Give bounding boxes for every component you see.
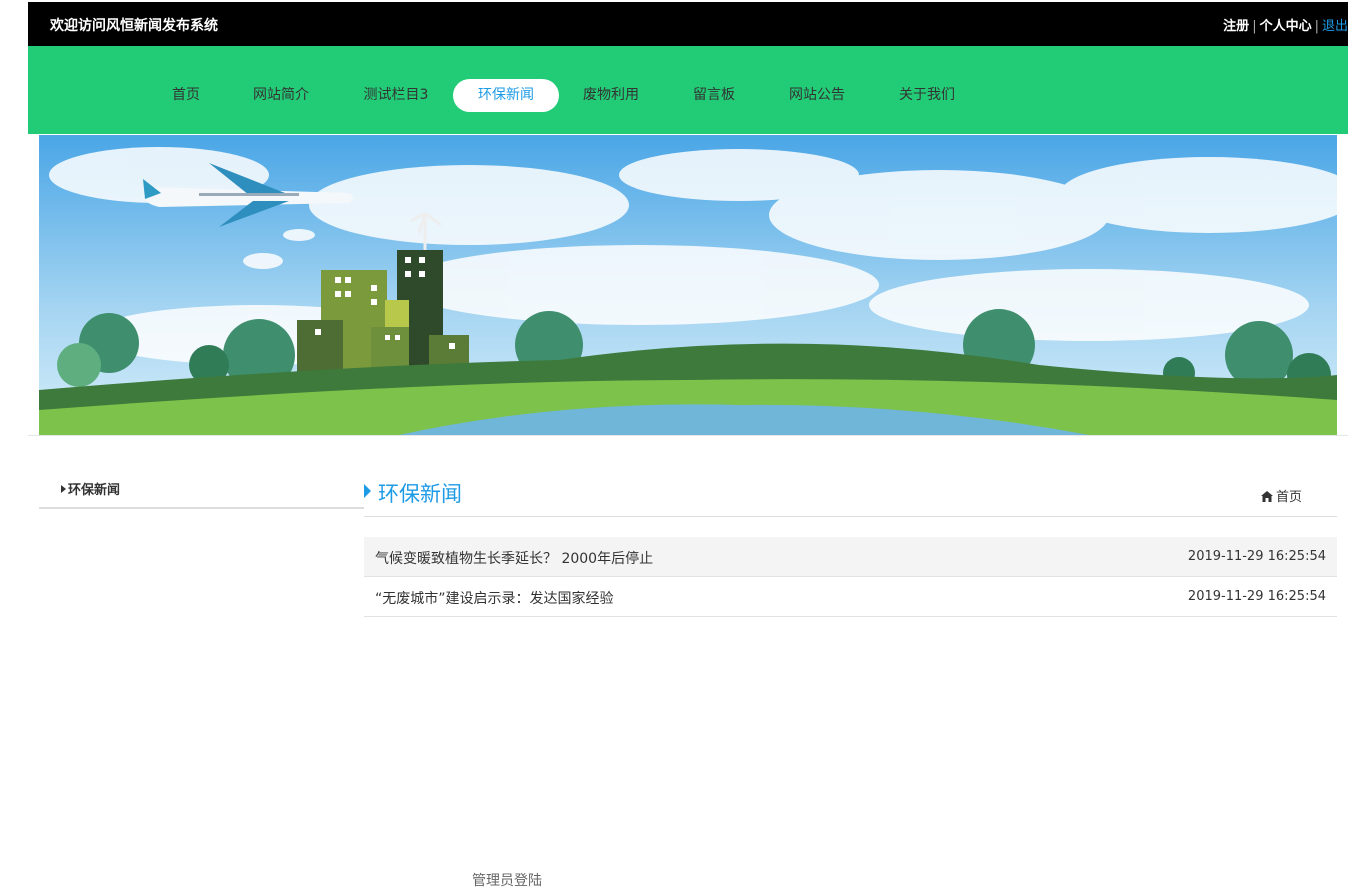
logout-link[interactable]: 退出 <box>1322 19 1348 34</box>
nav-item-about-site[interactable]: 网站简介 <box>242 79 320 112</box>
section-header: 环保新闻 首页 <box>364 470 1337 517</box>
nav-item-message-board[interactable]: 留言板 <box>683 79 745 112</box>
hero-banner <box>39 135 1337 435</box>
caret-right-icon <box>364 484 371 498</box>
register-link[interactable]: 注册 <box>1223 19 1249 34</box>
admin-login-link[interactable]: 管理员登陆 <box>472 870 542 890</box>
profile-link[interactable]: 个人中心 <box>1260 19 1312 34</box>
nav-item-test-column[interactable]: 测试栏目3 <box>352 79 440 112</box>
separator: | <box>1314 19 1319 34</box>
home-icon <box>1260 491 1273 502</box>
breadcrumb-home-label: 首页 <box>1275 490 1302 505</box>
main-nav: 首页 网站简介 测试栏目3 环保新闻 废物利用 留言板 网站公告 关于我们 <box>28 46 1348 134</box>
nav-item-about-us[interactable]: 关于我们 <box>888 79 966 112</box>
eco-city-illustration <box>39 135 1337 435</box>
nav-item-home[interactable]: 首页 <box>162 79 210 112</box>
table-row: “无废城市”建设启示录：发达国家经验 2019-11-29 16:25:54 <box>364 577 1337 617</box>
news-title-link[interactable]: “无废城市”建设启示录：发达国家经验 <box>375 588 614 608</box>
nav-item-announcements[interactable]: 网站公告 <box>778 79 856 112</box>
user-links: 注册 | 个人中心 | 退出 <box>1223 15 1348 34</box>
nav-item-eco-news[interactable]: 环保新闻 <box>453 79 559 112</box>
news-title-link[interactable]: 气候变暖致植物生长季延长？ 2000年后停止 <box>375 548 653 568</box>
caret-right-icon <box>61 485 66 493</box>
section-title: 环保新闻 <box>378 482 462 506</box>
breadcrumb-home[interactable]: 首页 <box>1260 486 1302 505</box>
news-date: 2019-11-29 16:25:54 <box>1187 549 1326 564</box>
sidebar-category-label: 环保新闻 <box>68 483 121 498</box>
site-welcome-text: 欢迎访问风恒新闻发布系统 <box>50 18 218 34</box>
top-bar: 欢迎访问风恒新闻发布系统 注册 | 个人中心 | 退出 <box>28 2 1348 46</box>
sidebar-category[interactable]: 环保新闻 <box>39 476 364 509</box>
separator: | <box>1252 19 1257 34</box>
news-date: 2019-11-29 16:25:54 <box>1187 589 1326 604</box>
table-row: 气候变暖致植物生长季延长？ 2000年后停止 2019-11-29 16:25:… <box>364 537 1337 577</box>
divider <box>28 435 1348 436</box>
nav-item-waste-reuse[interactable]: 废物利用 <box>573 79 649 112</box>
